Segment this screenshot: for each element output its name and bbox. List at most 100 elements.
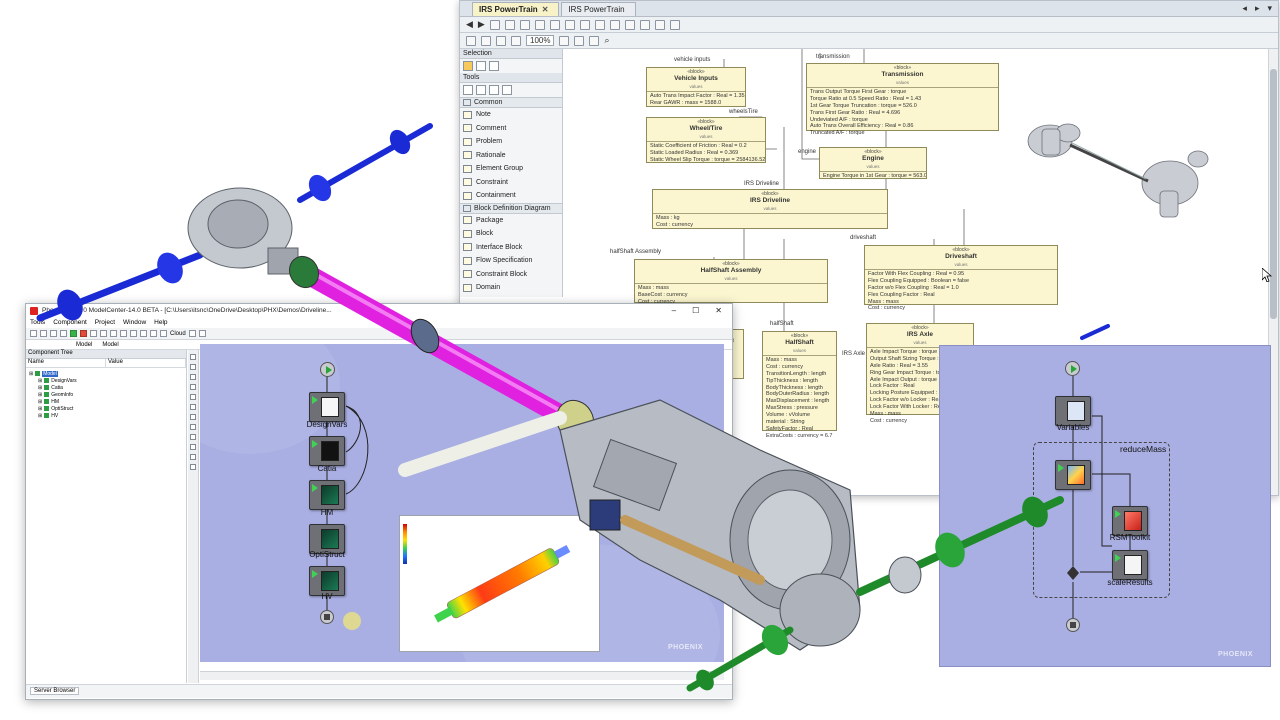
back-icon[interactable]: ◀ [466, 19, 473, 30]
menu-item-window[interactable]: Window [123, 319, 146, 326]
menu-item-project[interactable]: Project [95, 319, 115, 326]
split-icon[interactable] [476, 85, 486, 95]
tab-model-2[interactable]: Model [102, 342, 118, 348]
join-icon[interactable] [190, 424, 196, 430]
link-icon[interactable] [110, 330, 117, 337]
select-icon[interactable] [190, 354, 196, 360]
tree-node[interactable]: ⊞ OptiStruct [26, 405, 186, 412]
zoom-select[interactable]: 100% [526, 35, 555, 46]
zoom-out-icon[interactable] [481, 35, 491, 46]
if-icon[interactable] [190, 374, 196, 380]
forward-icon[interactable]: ▶ [478, 19, 485, 30]
workflow-horizontal-scrollbar[interactable] [200, 671, 724, 680]
palette-item[interactable]: Note [460, 108, 562, 122]
zoom-in-icon[interactable] [466, 35, 476, 46]
hm-node[interactable] [309, 480, 345, 510]
expand-icon[interactable]: ⊞ [38, 378, 42, 384]
tab-model[interactable]: Model [76, 342, 92, 348]
zoom-actual-icon[interactable] [511, 35, 521, 46]
server-browser-tab[interactable]: Server Browser [30, 687, 80, 695]
arrange-icon[interactable] [654, 19, 665, 30]
help-icon[interactable] [198, 330, 206, 337]
close-icon[interactable]: ✕ [715, 306, 722, 315]
tree-node[interactable]: ⊞ Model [26, 370, 186, 377]
close-icon[interactable]: ✕ [542, 5, 549, 14]
grid-icon[interactable] [559, 35, 570, 46]
palette-item[interactable]: Containment [460, 189, 562, 203]
tree-node[interactable]: ⊞ GeomInfo [26, 391, 186, 398]
pointer-icon[interactable] [463, 61, 473, 71]
palette-item[interactable]: Constraint [460, 176, 562, 190]
text-icon[interactable] [549, 19, 560, 30]
paste-icon[interactable] [624, 19, 635, 30]
copy-icon[interactable] [609, 19, 620, 30]
variables-node[interactable] [1055, 396, 1091, 426]
optimizer-node[interactable] [1055, 460, 1091, 490]
distribute-icon[interactable] [669, 19, 680, 30]
rsmtoolkit-node[interactable] [1112, 506, 1148, 536]
palette-item[interactable]: Constraint Block [460, 268, 562, 282]
align-icon[interactable] [534, 19, 545, 30]
hyperlink-icon[interactable] [502, 85, 512, 95]
expand-icon[interactable]: ⊞ [29, 371, 33, 377]
start-button[interactable] [1065, 361, 1080, 376]
tree-node[interactable]: ⊞ Catia [26, 384, 186, 391]
palette-item[interactable]: Domain [460, 281, 562, 295]
assembly-icon[interactable] [190, 404, 196, 410]
palette-item[interactable]: Package [460, 214, 562, 228]
settings-icon[interactable] [504, 19, 515, 30]
palette-bdd-header[interactable]: Block Definition Diagram [460, 202, 562, 214]
line-color-icon[interactable] [564, 19, 575, 30]
table-icon[interactable] [140, 330, 147, 337]
link-tool-icon[interactable] [190, 364, 196, 370]
grid-icon[interactable] [120, 330, 127, 337]
search-icon[interactable]: ⌕ [604, 35, 609, 46]
block-halfshaft-assembly[interactable]: «block» HalfShaft Assembly values Mass :… [634, 259, 828, 305]
menu-icon[interactable]: ▾ [1267, 3, 1272, 14]
doe-icon[interactable] [150, 330, 157, 337]
catia-node[interactable] [309, 436, 345, 466]
pause-icon[interactable] [90, 330, 97, 337]
expand-icon[interactable]: ⊞ [38, 385, 42, 391]
tree-node[interactable]: ⊞ HV [26, 412, 186, 419]
tree-node[interactable]: ⊞ DesignVars [26, 377, 186, 384]
palette-item[interactable]: Interface Block [460, 241, 562, 255]
reducemass-group[interactable] [1033, 442, 1170, 598]
designvars-node[interactable] [309, 392, 345, 422]
minimize-icon[interactable]: – [672, 306, 676, 315]
delete-icon[interactable] [639, 19, 650, 30]
text-tool-icon[interactable] [489, 85, 499, 95]
column-value[interactable]: Value [106, 359, 186, 367]
stop-button[interactable] [1066, 618, 1080, 632]
tab-irs-powertrain[interactable]: IRS PowerTrain [561, 2, 636, 16]
fill-color-icon[interactable] [579, 19, 590, 30]
menu-item-tools[interactable]: Tools [30, 319, 45, 326]
tree-node[interactable]: ⊞ HM [26, 398, 186, 405]
palette-common-header[interactable]: Common [460, 97, 562, 108]
chart-icon[interactable] [130, 330, 137, 337]
zoom-fit-icon[interactable] [496, 35, 506, 46]
plus-icon[interactable] [190, 444, 196, 450]
save-icon[interactable] [50, 330, 57, 337]
stop-button[interactable] [320, 610, 334, 624]
layout-icon[interactable] [489, 19, 500, 30]
cut-icon[interactable] [60, 330, 67, 337]
more-icon[interactable] [190, 464, 196, 470]
expand-icon[interactable]: ⊞ [38, 399, 42, 405]
fork-icon[interactable] [190, 434, 196, 440]
loop-icon[interactable] [190, 384, 196, 390]
tree-icon[interactable] [519, 19, 530, 30]
optimize-icon[interactable] [160, 330, 167, 337]
stop-icon[interactable] [80, 330, 87, 337]
expand-icon[interactable]: ⊞ [38, 392, 42, 398]
snap-icon[interactable] [574, 35, 585, 46]
image-icon[interactable] [463, 85, 473, 95]
pan-icon[interactable] [489, 61, 499, 71]
block-driveshaft[interactable]: «block» Driveshaft values Factor With Fl… [864, 245, 1058, 311]
tab-irs-powertrain-active[interactable]: IRS PowerTrain ✕ [472, 2, 560, 16]
column-name[interactable]: Name [26, 359, 106, 367]
cloud-label[interactable]: Cloud [170, 331, 186, 337]
chevron-left-icon[interactable]: ◂ [1242, 3, 1247, 14]
palette-item[interactable]: Rationale [460, 149, 562, 163]
open-icon[interactable] [40, 330, 47, 337]
